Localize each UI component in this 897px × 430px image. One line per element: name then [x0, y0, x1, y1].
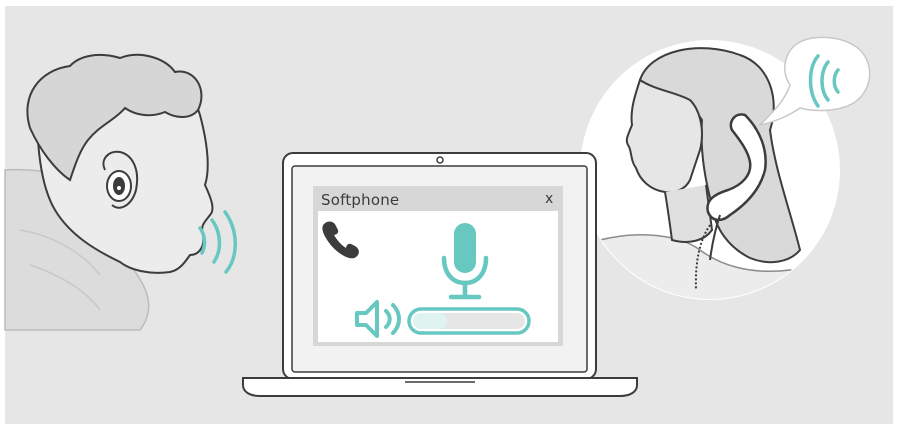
volume-bar-fill	[413, 313, 447, 329]
earbud-icon	[106, 170, 132, 202]
close-button[interactable]: x	[545, 191, 553, 207]
scene	[4, 6, 893, 424]
softphone-title: Softphone	[321, 191, 400, 209]
volume-bar[interactable]	[407, 307, 531, 335]
laptop-camera	[436, 156, 444, 164]
laptop-base	[242, 377, 638, 397]
